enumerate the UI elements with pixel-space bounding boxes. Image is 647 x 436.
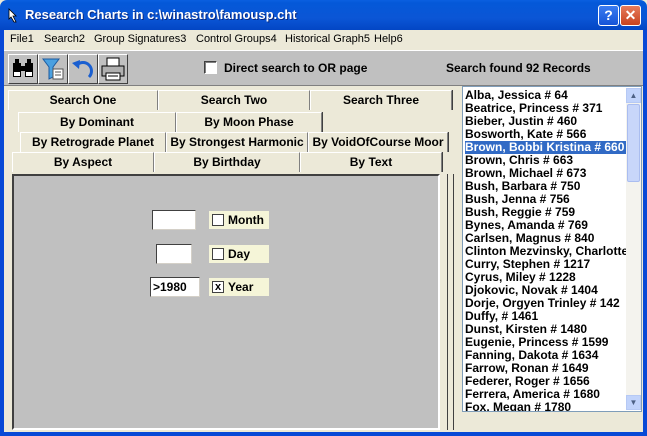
month-checkbox[interactable] xyxy=(212,214,224,226)
list-item[interactable]: Clinton Mezvinsky, Charlotte xyxy=(465,245,627,258)
day-label: Day xyxy=(228,247,251,261)
tab-by-birthday[interactable]: By Birthday xyxy=(154,152,300,172)
month-option[interactable]: Month xyxy=(208,210,270,230)
list-item[interactable]: Federer, Roger # 1656 xyxy=(465,375,627,388)
tab-by-moon-phase[interactable]: By Moon Phase xyxy=(176,112,322,132)
close-button[interactable]: ✕ xyxy=(620,5,641,26)
tab-search-two[interactable]: Search Two xyxy=(158,90,310,110)
list-item[interactable]: Bosworth, Kate # 566 xyxy=(465,128,627,141)
menu-help[interactable]: Help6 xyxy=(374,33,403,45)
year-option[interactable]: x Year xyxy=(208,277,270,297)
list-item[interactable]: Bush, Jenna # 756 xyxy=(465,193,627,206)
tab-by-dominant[interactable]: By Dominant xyxy=(18,112,176,132)
day-option[interactable]: Day xyxy=(208,244,270,264)
tab-by-strongest-harmonic[interactable]: By Strongest Harmonic xyxy=(166,132,308,152)
list-item[interactable]: Fox, Megan # 1780 xyxy=(465,401,627,411)
window-frame-bottom xyxy=(0,432,647,436)
tab-by-retrograde-planet[interactable]: By Retrograde Planet xyxy=(20,132,166,152)
list-item[interactable]: Bush, Barbara # 750 xyxy=(465,180,627,193)
help-button[interactable]: ? xyxy=(598,5,619,26)
list-item[interactable]: Brown, Chris # 663 xyxy=(465,154,627,167)
records-list[interactable]: Alba, Jessica # 64 Beatrice, Princess # 3… xyxy=(462,86,642,412)
list-item[interactable]: Dunst, Kirsten # 1480 xyxy=(465,323,627,336)
scroll-thumb[interactable] xyxy=(627,104,640,182)
list-item[interactable]: Dorje, Orgyen Trinley # 142 xyxy=(465,297,627,310)
list-item[interactable]: Brown, Bobbi Kristina # 660 xyxy=(465,141,627,154)
day-input[interactable] xyxy=(156,244,192,264)
tab-by-voidofcourse-moon[interactable]: By VoidOfCourse Moor xyxy=(308,132,448,152)
list-item[interactable]: Alba, Jessica # 64 xyxy=(465,89,627,102)
window-title: Research Charts in c:\winastro\famousp.c… xyxy=(25,7,297,22)
list-item[interactable]: Curry, Stephen # 1217 xyxy=(465,258,627,271)
printer-icon xyxy=(101,57,125,81)
app-icon xyxy=(8,8,17,23)
binoculars-icon xyxy=(13,59,33,77)
undo-button[interactable] xyxy=(68,54,98,84)
tab-by-aspect[interactable]: By Aspect xyxy=(12,152,154,172)
title-bar[interactable]: Research Charts in c:\winastro\famousp.c… xyxy=(0,0,647,30)
menu-historical-graph[interactable]: Historical Graph5 xyxy=(285,33,370,45)
tab-search-three[interactable]: Search Three xyxy=(310,90,452,110)
month-label: Month xyxy=(228,213,264,227)
menu-group-signatures[interactable]: Group Signatures3 xyxy=(94,33,186,45)
list-item[interactable]: Cyrus, Miley # 1228 xyxy=(465,271,627,284)
binoculars-button[interactable] xyxy=(8,54,38,84)
list-item[interactable]: Duffy, # 1461 xyxy=(465,310,627,323)
menu-control-groups[interactable]: Control Groups4 xyxy=(196,33,277,45)
list-item[interactable]: Ferrera, America # 1680 xyxy=(465,388,627,401)
list-footer xyxy=(462,412,642,432)
day-checkbox[interactable] xyxy=(212,248,224,260)
search-panel: Search One Search Two Search Three By Do… xyxy=(4,86,460,432)
menu-search[interactable]: Search2 xyxy=(44,33,85,45)
direct-search-checkbox[interactable] xyxy=(204,61,217,74)
list-item[interactable]: Bieber, Justin # 460 xyxy=(465,115,627,128)
list-item[interactable]: Farrow, Ronan # 1649 xyxy=(465,362,627,375)
scroll-up-button[interactable]: ▲ xyxy=(626,88,641,103)
year-label: Year xyxy=(228,280,254,294)
direct-search-label: Direct search to OR page xyxy=(224,61,368,75)
records-scrollbar[interactable]: ▲ ▼ xyxy=(626,88,641,410)
menu-file[interactable]: File1 xyxy=(10,33,34,45)
toolbar: Direct search to OR page Search found 92… xyxy=(4,50,643,86)
funnel-icon xyxy=(42,58,64,80)
records-found-label: Search found 92 Records xyxy=(446,61,591,75)
year-checkbox[interactable]: x xyxy=(212,281,224,293)
menu-bar: File1 Search2 Group Signatures3 Control … xyxy=(4,30,643,50)
tab-by-text[interactable]: By Text xyxy=(300,152,442,172)
month-input[interactable] xyxy=(152,210,196,230)
list-item[interactable]: Eugenie, Princess # 1599 xyxy=(465,336,627,349)
list-item[interactable]: Bush, Reggie # 759 xyxy=(465,206,627,219)
list-item[interactable]: Bynes, Amanda # 769 xyxy=(465,219,627,232)
list-item[interactable]: Carlsen, Magnus # 840 xyxy=(465,232,627,245)
list-item[interactable]: Fanning, Dakota # 1634 xyxy=(465,349,627,362)
tab-stack-edge xyxy=(446,174,454,430)
print-button[interactable] xyxy=(98,54,128,84)
window-frame-right xyxy=(643,30,647,436)
list-item[interactable]: Djokovic, Novak # 1404 xyxy=(465,284,627,297)
list-item[interactable]: Brown, Michael # 673 xyxy=(465,167,627,180)
birthday-panel: Month Day >1980 x Year xyxy=(12,174,440,430)
year-input[interactable]: >1980 xyxy=(150,277,200,297)
tab-area: Search One Search Two Search Three By Do… xyxy=(8,90,454,430)
undo-arrow-icon xyxy=(72,60,93,79)
list-item[interactable]: Beatrice, Princess # 371 xyxy=(465,102,627,115)
scroll-down-button[interactable]: ▼ xyxy=(626,395,641,410)
filter-button[interactable] xyxy=(38,54,68,84)
tab-search-one[interactable]: Search One xyxy=(8,90,158,110)
